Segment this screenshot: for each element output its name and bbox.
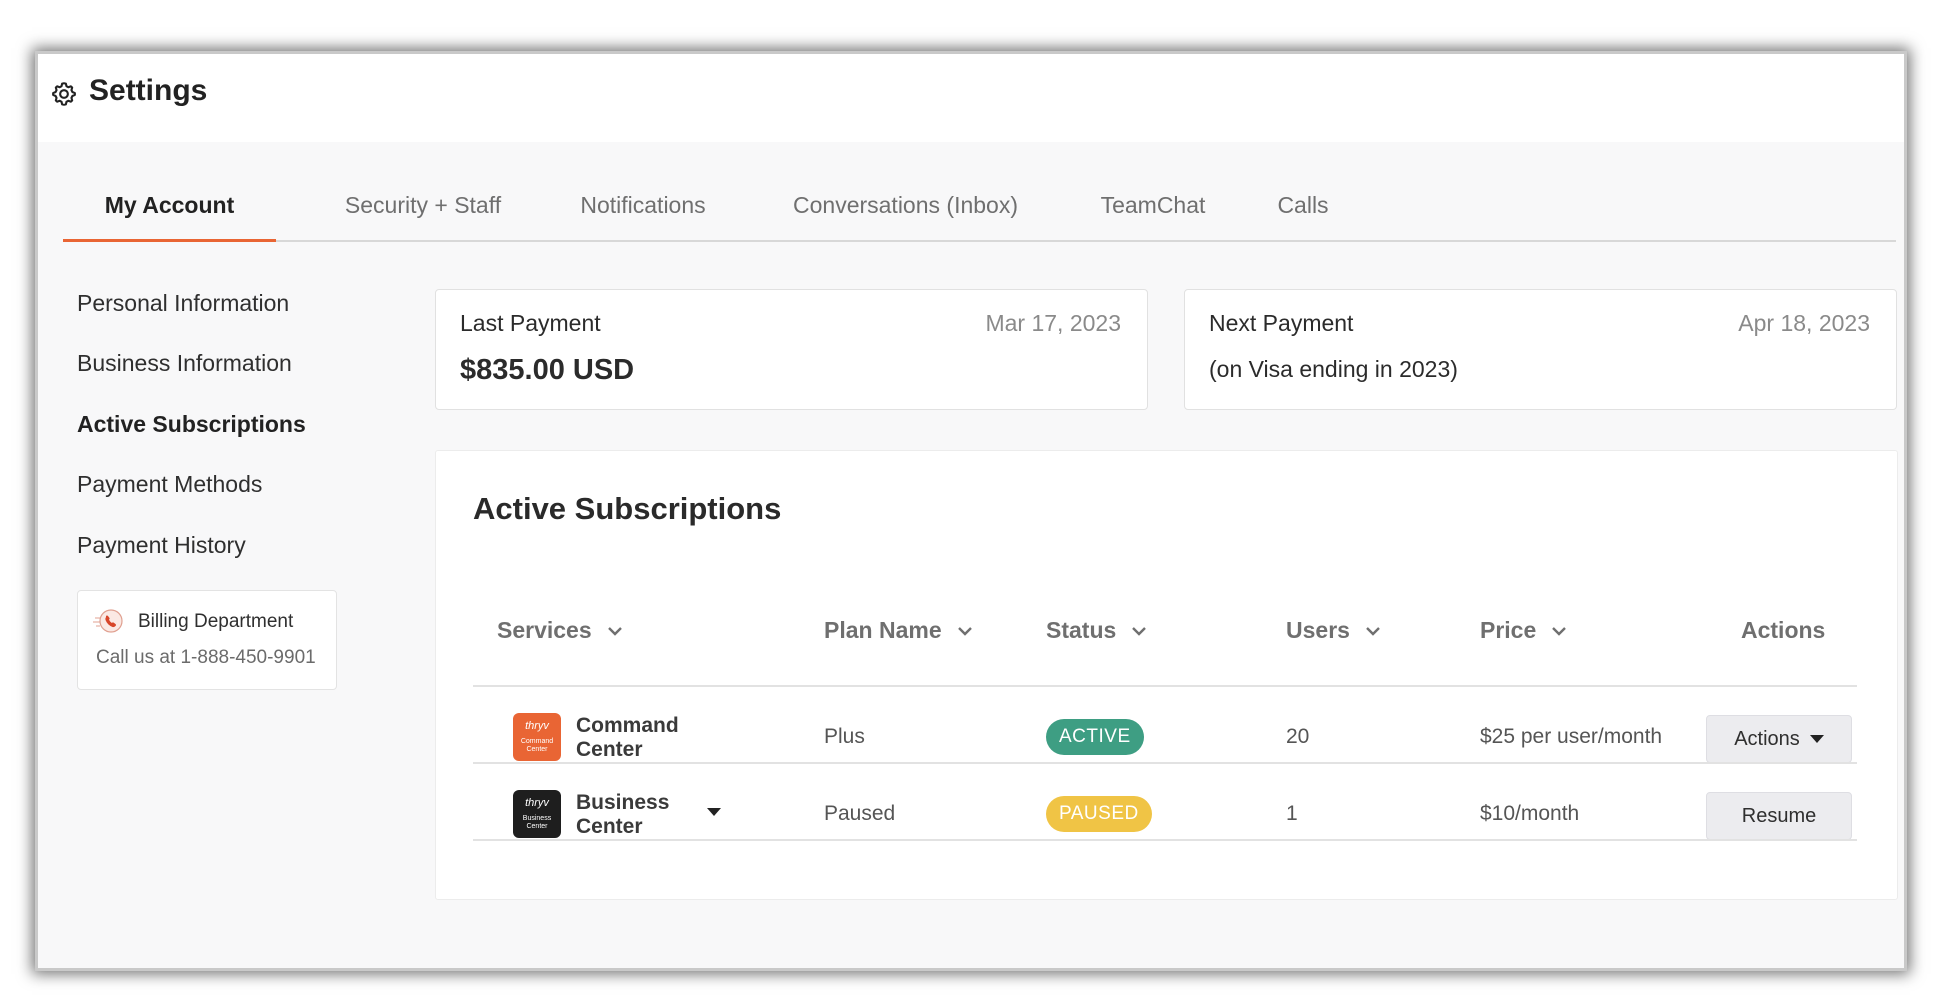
billing-phone: Call us at 1-888-450-9901 (96, 647, 316, 668)
caret-down-icon (1809, 735, 1824, 743)
logo-brand: thryv (525, 720, 549, 732)
business-center-logo: thryv Business Center (513, 790, 561, 838)
last-payment-amount: $835.00 USD (460, 354, 635, 386)
column-header-users[interactable]: Users (1286, 617, 1382, 644)
price: $25 per user/month (1480, 725, 1663, 748)
tab-conversations-inbox[interactable]: Conversations (Inbox) (768, 184, 1043, 240)
column-header-price[interactable]: Price (1480, 617, 1568, 644)
column-label: Actions (1741, 617, 1826, 643)
table-divider (473, 685, 1857, 687)
next-payment-note: (on Visa ending in 2023) (1209, 356, 1458, 382)
status-badge: ACTIVE (1046, 719, 1144, 755)
tab-my-account[interactable]: My Account (63, 184, 276, 242)
logo-subtitle: Business Center (522, 815, 552, 830)
chevron-down-icon (957, 626, 972, 636)
phone-icon (93, 609, 123, 633)
column-label: Users (1286, 617, 1350, 643)
tab-security-staff[interactable]: Security + Staff (328, 184, 518, 240)
expand-row-icon[interactable] (707, 808, 721, 816)
tab-teamchat[interactable]: TeamChat (1088, 184, 1218, 240)
sidebar-item-business-information[interactable]: Business Information (77, 350, 292, 377)
actions-button-label: Actions (1734, 727, 1800, 750)
resume-button[interactable]: Resume (1706, 792, 1852, 840)
column-header-services[interactable]: Services (497, 617, 624, 644)
settings-header: Settings (38, 54, 1904, 142)
service-name: Command Center (576, 714, 679, 762)
subscriptions-panel: Active Subscriptions Services Plan Name … (435, 450, 1898, 900)
settings-window: Settings My Account Security + Staff Not… (38, 54, 1904, 968)
service-name-line1: Business (576, 791, 670, 814)
plan-name: Plus (824, 725, 865, 748)
sidebar-item-active-subscriptions[interactable]: Active Subscriptions (77, 411, 306, 438)
subscriptions-title: Active Subscriptions (473, 491, 782, 526)
table-divider (473, 839, 1857, 841)
sidebar-item-payment-history[interactable]: Payment History (77, 532, 246, 559)
billing-title: Billing Department (138, 611, 294, 632)
users-count: 1 (1286, 802, 1298, 825)
chevron-down-icon (607, 626, 622, 636)
billing-contact-card: Billing Department Call us at 1-888-450-… (77, 590, 337, 690)
users-count: 20 (1286, 725, 1310, 748)
gear-icon (52, 82, 76, 106)
page-title: Settings (89, 74, 208, 107)
column-header-status[interactable]: Status (1046, 617, 1148, 644)
last-payment-date: Mar 17, 2023 (985, 310, 1121, 336)
last-payment-card: Last Payment Mar 17, 2023 $835.00 USD (435, 289, 1148, 410)
logo-subtitle: Command Center (520, 738, 554, 753)
resume-button-label: Resume (1741, 804, 1817, 827)
column-label: Status (1046, 617, 1117, 643)
actions-dropdown-button[interactable]: Actions (1706, 715, 1852, 763)
settings-tabs: My Account Security + Staff Notification… (63, 184, 1896, 242)
service-name: Business Center (576, 791, 669, 839)
chevron-down-icon (1366, 626, 1380, 636)
command-center-logo: thryv Command Center (513, 713, 561, 761)
chevron-down-icon (1132, 626, 1147, 636)
service-name-line2: Center (576, 738, 643, 761)
tab-notifications[interactable]: Notifications (563, 184, 723, 240)
next-payment-label: Next Payment (1209, 310, 1354, 336)
column-label: Price (1480, 617, 1537, 643)
tab-calls[interactable]: Calls (1263, 184, 1343, 240)
sidebar-item-personal-information[interactable]: Personal Information (77, 290, 289, 317)
service-name-line1: Command (576, 714, 679, 737)
price: $10/month (1480, 802, 1580, 825)
column-label: Plan Name (824, 617, 942, 643)
chevron-down-icon (1552, 626, 1567, 636)
table-divider (473, 762, 1857, 764)
service-name-line2: Center (576, 815, 643, 838)
column-header-plan-name[interactable]: Plan Name (824, 617, 974, 644)
logo-brand: thryv (525, 797, 549, 809)
next-payment-card: Next Payment Apr 18, 2023 (on Visa endin… (1184, 289, 1897, 410)
last-payment-label: Last Payment (460, 310, 601, 336)
next-payment-date: Apr 18, 2023 (1738, 310, 1870, 336)
column-label: Services (497, 617, 592, 643)
status-badge: PAUSED (1046, 796, 1152, 832)
column-header-actions: Actions (1741, 617, 1825, 644)
sidebar-item-payment-methods[interactable]: Payment Methods (77, 471, 262, 498)
plan-name: Paused (824, 802, 896, 825)
